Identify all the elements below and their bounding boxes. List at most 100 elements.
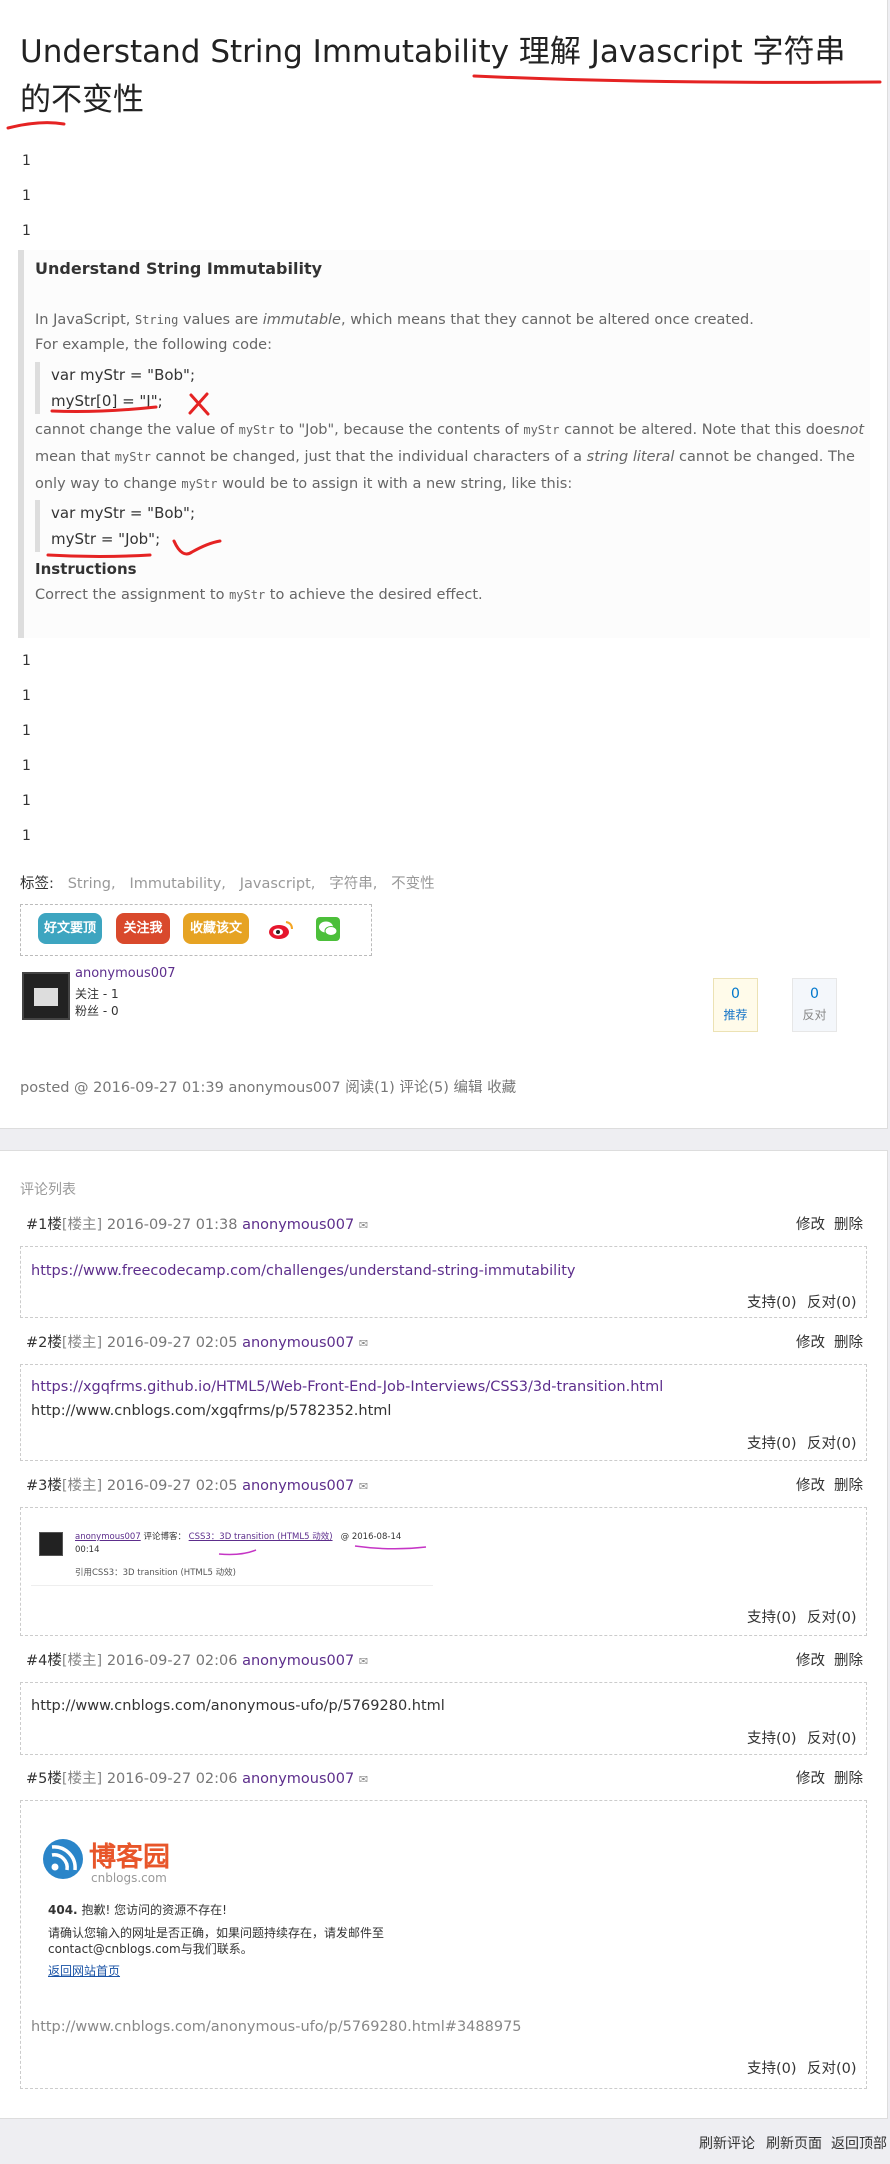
tag-link[interactable]: 不变性	[391, 876, 435, 892]
instructions-text: Correct the assignment to myStr to achie…	[35, 587, 483, 603]
support-link[interactable]: 支持(0)	[747, 1291, 797, 1312]
author-follow-count[interactable]: 关注 - 1	[75, 985, 119, 1002]
cnblogs-brand: 博客园	[89, 1842, 170, 1873]
comment-body: 博客园 cnblogs.com 404. 抱歉! 您访问的资源不存在! 请确认您…	[20, 1800, 867, 2089]
post-stats[interactable]: 阅读(1) 评论(5) 编辑 收藏	[345, 1080, 516, 1096]
line-number: 1	[22, 153, 31, 169]
line-number: 1	[22, 793, 31, 809]
cnblogs-logo-icon	[43, 1839, 83, 1879]
author-fans-count[interactable]: 粉丝 - 0	[75, 1002, 119, 1019]
line-number: 1	[22, 828, 31, 844]
comment-delete-link[interactable]: 删除	[834, 1649, 863, 1670]
comment-body: https://xgqfrms.github.io/HTML5/Web-Fron…	[20, 1364, 867, 1461]
post-panel: Understand String Immutability 理解 Javasc…	[0, 0, 888, 1129]
comment-author-link[interactable]: anonymous007	[242, 1335, 354, 1351]
support-link[interactable]: 支持(0)	[747, 2057, 797, 2078]
line-number: 1	[22, 223, 31, 239]
tag-link[interactable]: Javascript	[240, 876, 311, 892]
back-home-link[interactable]: 返回网站首页	[48, 1962, 120, 1979]
comments-title: 评论列表	[20, 1182, 76, 1198]
instructions-heading: Instructions	[35, 560, 137, 578]
comment-header: #1楼[楼主] 2016-09-27 01:38 anonymous007 ✉	[26, 1217, 369, 1233]
error-detail-line: 请确认您输入的网址是否正确，如果问题持续存在，请发邮件至	[48, 1926, 385, 1940]
favorite-article-button[interactable]: 收藏该文	[183, 913, 249, 944]
comment-delete-link[interactable]: 删除	[834, 1213, 863, 1234]
refresh-comments-link[interactable]: 刷新评论	[699, 2133, 755, 2153]
post-author-link[interactable]: anonymous007	[228, 1080, 340, 1096]
comment-edit-link[interactable]: 修改	[796, 1649, 825, 1670]
comment-author-link[interactable]: anonymous007	[242, 1217, 354, 1233]
comments-panel: 评论列表 #1楼[楼主] 2016-09-27 01:38 anonymous0…	[0, 1150, 888, 2119]
wechat-icon[interactable]	[316, 917, 340, 941]
comment-header: #2楼[楼主] 2016-09-27 02:05 anonymous007 ✉	[26, 1335, 369, 1351]
comment-delete-link[interactable]: 删除	[834, 1331, 863, 1352]
embed-quote: 引用CSS3：3D transition (HTML5 动效)	[75, 1568, 236, 1578]
tag-link[interactable]: 字符串	[329, 876, 373, 892]
tag-list: 标签: String, Immutability, Javascript, 字符…	[20, 876, 435, 892]
comment-author-link[interactable]: anonymous007	[242, 1771, 354, 1787]
comment-delete-link[interactable]: 删除	[834, 1767, 863, 1788]
avatar-image	[34, 988, 58, 1006]
mail-icon[interactable]: ✉	[359, 1480, 368, 1493]
post-footer: posted @ 2016-09-27 01:39 anonymous007 阅…	[20, 1080, 517, 1096]
line-number: 1	[22, 688, 31, 704]
quote-heading: Understand String Immutability	[35, 259, 323, 278]
comment-edit-link[interactable]: 修改	[796, 1213, 825, 1234]
code-line: var myStr = "Bob";	[51, 504, 196, 522]
comment-link[interactable]: https://www.freecodecamp.com/challenges/…	[31, 1263, 576, 1279]
author-name-link[interactable]: anonymous007	[75, 966, 176, 981]
mail-icon[interactable]: ✉	[359, 1655, 368, 1668]
comment-link[interactable]: http://www.cnblogs.com/anonymous-ufo/p/5…	[31, 2019, 522, 2035]
comment-header: #3楼[楼主] 2016-09-27 02:05 anonymous007 ✉	[26, 1478, 369, 1494]
back-to-top-link[interactable]: 返回顶部	[831, 2133, 890, 2153]
line-number: 1	[22, 723, 31, 739]
digg-count: 0	[731, 986, 740, 1002]
recommend-article-button[interactable]: 好文要顶	[38, 913, 102, 944]
comment-edit-link[interactable]: 修改	[796, 1767, 825, 1788]
mail-icon[interactable]: ✉	[359, 1337, 368, 1350]
refresh-page-link[interactable]: 刷新页面	[766, 2133, 822, 2153]
bury-label: 反对	[802, 1008, 827, 1022]
oppose-link[interactable]: 反对(0)	[807, 2057, 857, 2078]
quote-paragraph-1: In JavaScript, String values are immutab…	[35, 312, 754, 328]
mail-icon[interactable]: ✉	[359, 1773, 368, 1786]
quote-paragraph-2: For example, the following code:	[35, 337, 272, 353]
title-underline-annotation	[6, 74, 882, 130]
bury-button[interactable]: 0 反对	[792, 978, 837, 1032]
support-link[interactable]: 支持(0)	[747, 1432, 797, 1453]
comment-link[interactable]: https://xgqfrms.github.io/HTML5/Web-Fron…	[31, 1379, 663, 1395]
error-message: 404. 抱歉! 您访问的资源不存在!	[48, 1903, 227, 1917]
tag-link[interactable]: String	[68, 876, 111, 892]
comment-text: http://www.cnblogs.com/anonymous-ufo/p/5…	[31, 1698, 445, 1714]
tag-link[interactable]: Immutability	[129, 876, 221, 892]
comment-body: https://www.freecodecamp.com/challenges/…	[20, 1246, 867, 1318]
bury-count: 0	[810, 986, 819, 1002]
cnblogs-domain: cnblogs.com	[91, 1871, 167, 1885]
error-detail-line: contact@cnblogs.com与我们联系。	[48, 1942, 253, 1956]
comment-header: #4楼[楼主] 2016-09-27 02:06 anonymous007 ✉	[26, 1653, 369, 1669]
oppose-link[interactable]: 反对(0)	[807, 1291, 857, 1312]
comment-author-link[interactable]: anonymous007	[242, 1478, 354, 1494]
digg-button[interactable]: 0 推荐	[713, 978, 758, 1032]
wrong-mark-annotation	[50, 392, 210, 416]
comment-edit-link[interactable]: 修改	[796, 1474, 825, 1495]
oppose-link[interactable]: 反对(0)	[807, 1727, 857, 1748]
quote-paragraph-3: cannot change the value of myStr to "Job…	[35, 422, 865, 492]
comment-body: anonymous007 评论博客： CSS3：3D transition (H…	[20, 1507, 867, 1636]
embedded-screenshot: anonymous007 评论博客： CSS3：3D transition (H…	[31, 1522, 433, 1586]
weibo-icon[interactable]	[267, 918, 295, 940]
comment-header: #5楼[楼主] 2016-09-27 02:06 anonymous007 ✉	[26, 1771, 369, 1787]
comment-author-link[interactable]: anonymous007	[242, 1653, 354, 1669]
mail-icon[interactable]: ✉	[359, 1219, 368, 1232]
comment-delete-link[interactable]: 删除	[834, 1474, 863, 1495]
tags-label: 标签:	[20, 876, 54, 892]
support-link[interactable]: 支持(0)	[747, 1727, 797, 1748]
digg-label: 推荐	[723, 1008, 748, 1022]
support-link[interactable]: 支持(0)	[747, 1606, 797, 1627]
oppose-link[interactable]: 反对(0)	[807, 1432, 857, 1453]
oppose-link[interactable]: 反对(0)	[807, 1606, 857, 1627]
follow-me-button[interactable]: 关注我	[116, 913, 170, 944]
author-avatar[interactable]	[22, 972, 70, 1020]
comment-body: http://www.cnblogs.com/anonymous-ufo/p/5…	[20, 1682, 867, 1755]
comment-edit-link[interactable]: 修改	[796, 1331, 825, 1352]
